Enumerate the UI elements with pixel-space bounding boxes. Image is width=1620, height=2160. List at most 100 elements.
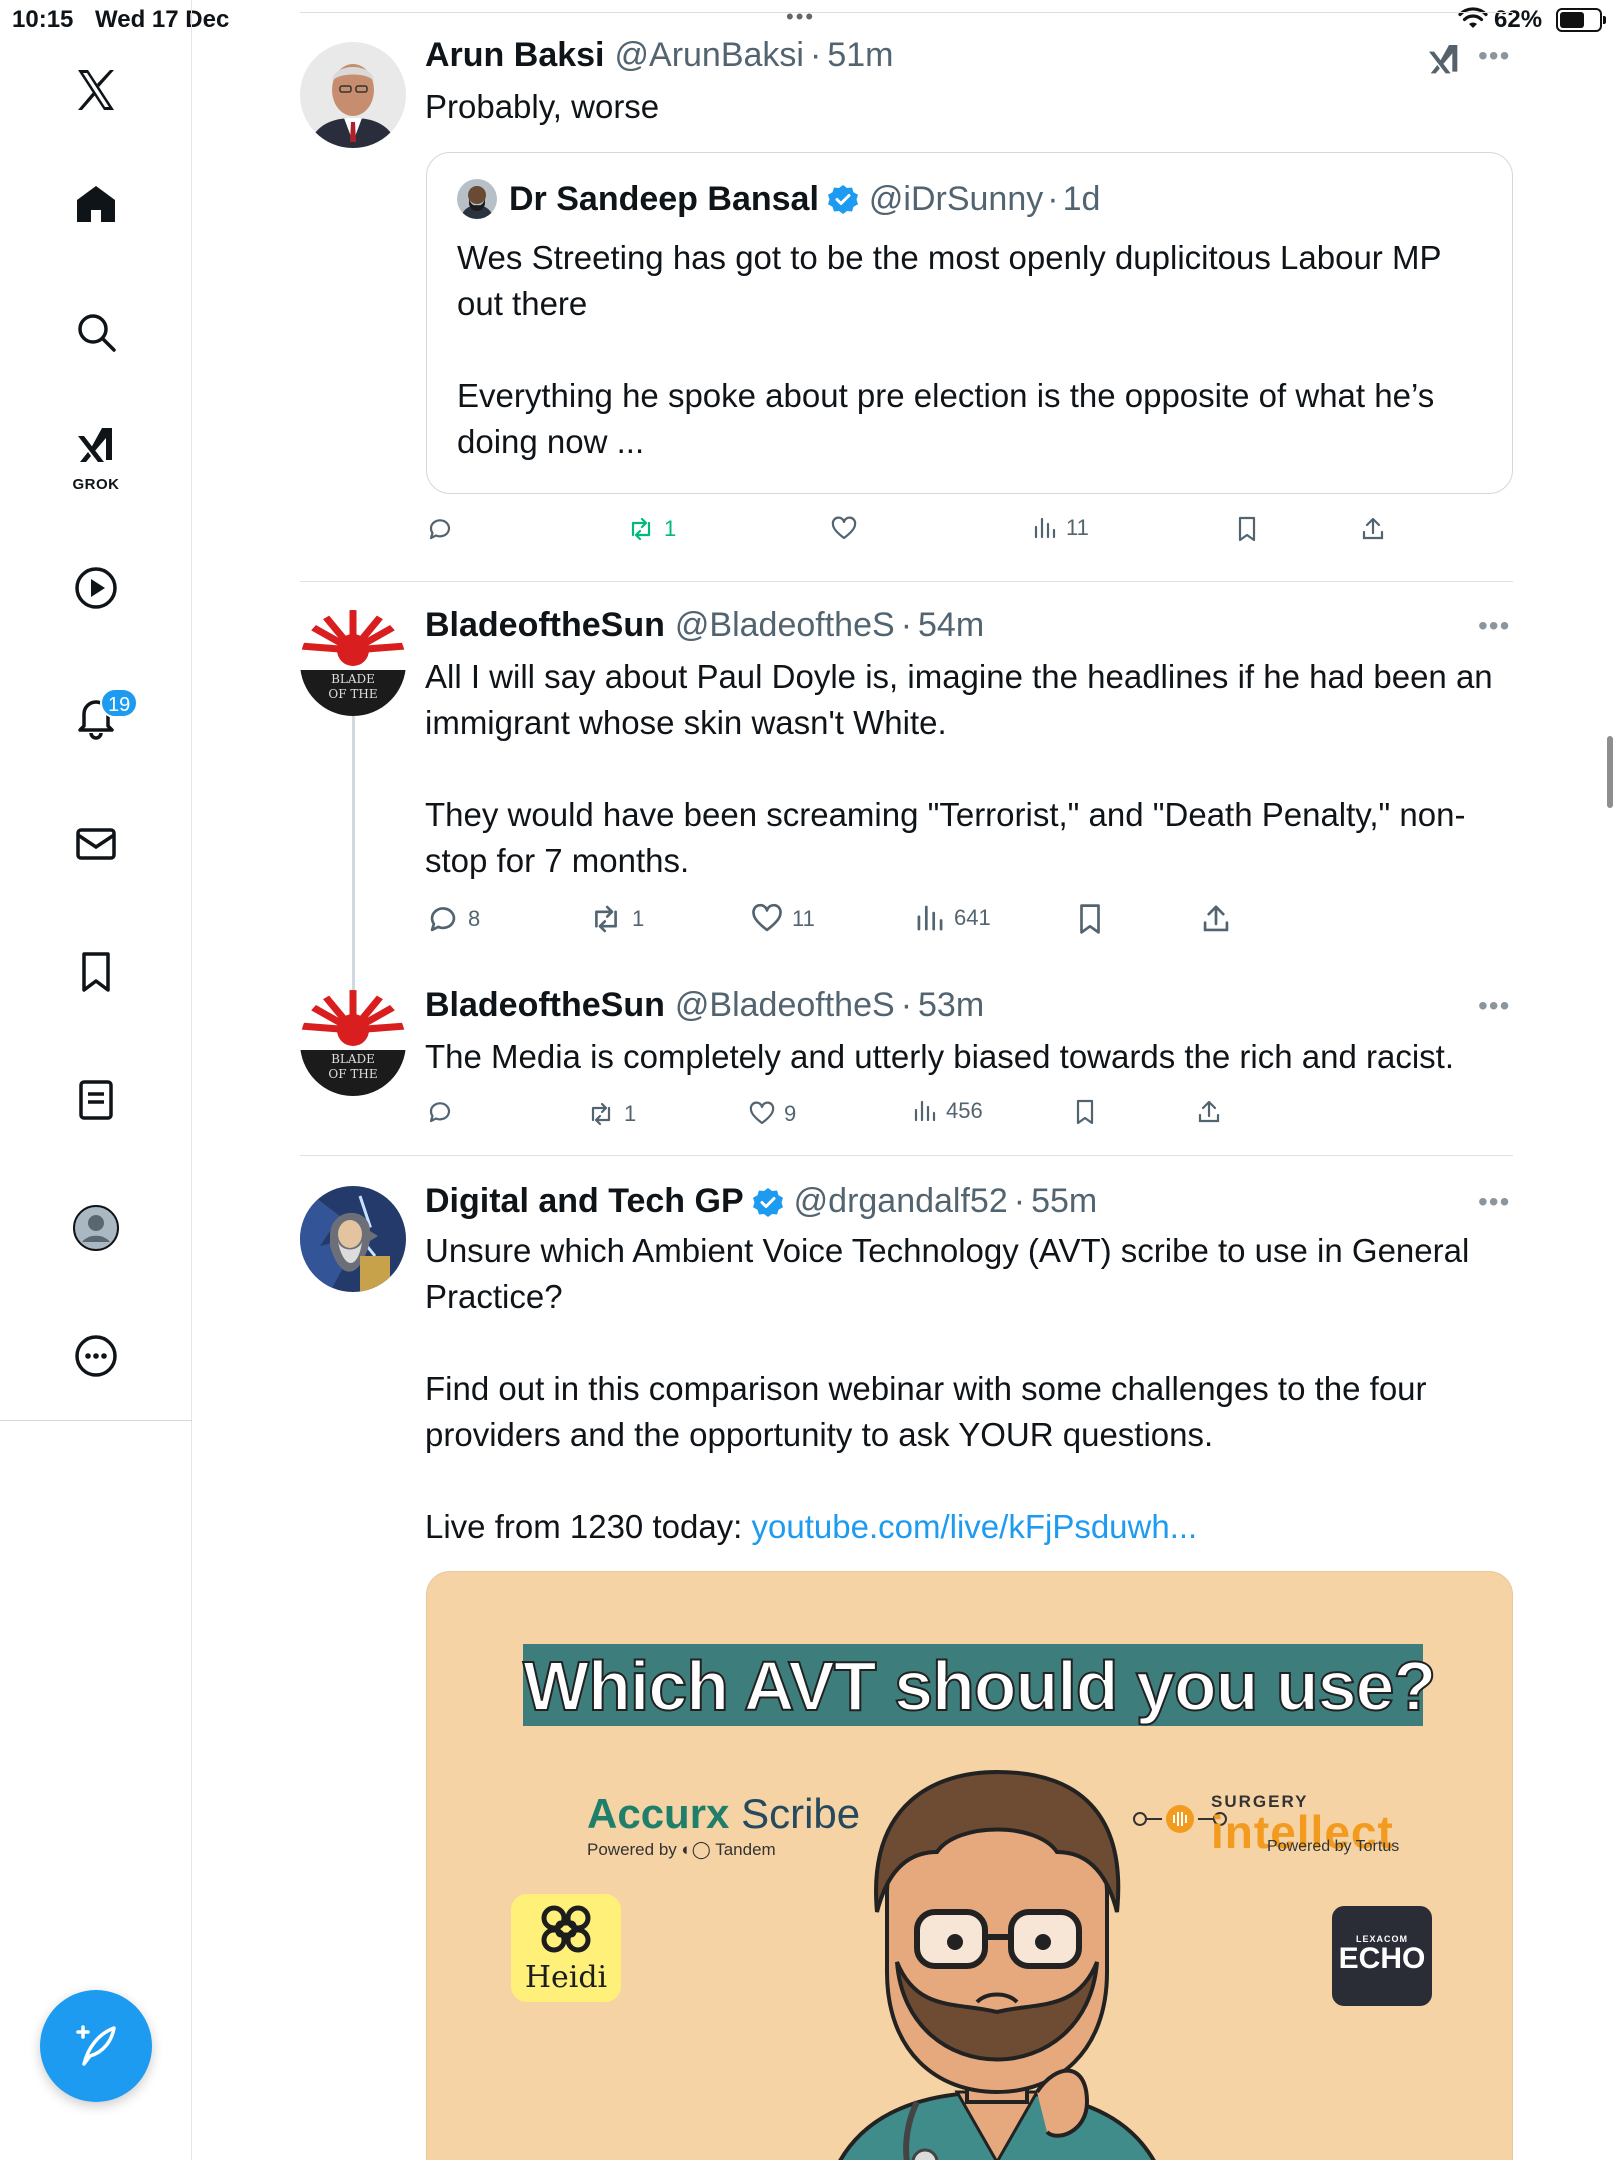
media-image[interactable]: Which AVT should you use? Accurx Scribe … bbox=[426, 1571, 1513, 2160]
tweet-time[interactable]: 55m bbox=[1031, 1182, 1097, 1221]
more-options-icon[interactable]: ••• bbox=[1478, 1186, 1510, 1218]
author-handle[interactable]: @BladeoftheS bbox=[675, 986, 895, 1025]
repost-button[interactable]: 1 bbox=[626, 515, 676, 543]
tweet-time[interactable]: 51m bbox=[827, 36, 893, 75]
tweet-time[interactable]: 53m bbox=[918, 986, 984, 1025]
home-icon[interactable] bbox=[60, 168, 132, 240]
tweet-link[interactable]: youtube.com/live/kFjPsduwh... bbox=[752, 1508, 1198, 1545]
reply-button[interactable] bbox=[426, 1098, 454, 1126]
list-icon[interactable] bbox=[60, 1064, 132, 1136]
accurx-powered-by: Powered by ◐◯ Tandem bbox=[587, 1840, 776, 1859]
more-options-icon[interactable]: ••• bbox=[1478, 40, 1510, 72]
search-icon[interactable] bbox=[60, 296, 132, 368]
avatar[interactable]: BLADE OF THE bbox=[300, 610, 406, 716]
heart-icon bbox=[749, 1101, 775, 1125]
verified-badge-icon bbox=[827, 185, 858, 214]
bookmark-button[interactable] bbox=[1072, 1098, 1098, 1126]
avatar[interactable] bbox=[300, 42, 406, 148]
share-icon bbox=[1362, 517, 1384, 540]
multitasking-dots-icon[interactable]: ••• bbox=[786, 4, 815, 30]
sidebar-divider bbox=[0, 1420, 192, 1421]
timeline-top-border bbox=[300, 12, 1513, 13]
mail-icon[interactable] bbox=[60, 808, 132, 880]
scrollbar[interactable] bbox=[1607, 736, 1613, 808]
tweet-paragraph: The Media is completely and utterly bias… bbox=[425, 1038, 1454, 1075]
repost-count: 1 bbox=[632, 906, 645, 931]
like-button[interactable] bbox=[830, 515, 858, 543]
grok-icon[interactable] bbox=[1424, 40, 1464, 80]
grok-icon[interactable]: GROK bbox=[60, 418, 132, 493]
views-button[interactable]: 641 bbox=[914, 902, 991, 934]
notification-badge: 19 bbox=[100, 688, 139, 718]
wifi-icon bbox=[1458, 7, 1488, 28]
thread-connector bbox=[352, 710, 355, 990]
tweet-divider bbox=[300, 581, 1513, 582]
tweet-header: Arun Baksi @ArunBaksi · 51m bbox=[425, 36, 893, 75]
more-options-icon[interactable]: ••• bbox=[1478, 990, 1510, 1022]
compose-button[interactable] bbox=[40, 1990, 152, 2102]
repost-icon bbox=[631, 517, 651, 541]
battery-icon bbox=[1556, 8, 1606, 32]
reply-button[interactable] bbox=[426, 515, 454, 543]
author-name[interactable]: Arun Baksi bbox=[425, 36, 605, 75]
bookmark-icon bbox=[1080, 904, 1100, 934]
views-icon bbox=[1034, 517, 1056, 539]
bookmark-icon[interactable] bbox=[60, 936, 132, 1008]
avatar[interactable] bbox=[300, 1186, 406, 1292]
heidi-label: Heidi bbox=[524, 1960, 608, 1995]
tweet-text: The Media is completely and utterly bias… bbox=[425, 1034, 1515, 1080]
share-button[interactable] bbox=[1196, 1098, 1222, 1126]
like-count: 9 bbox=[784, 1101, 797, 1126]
tweet-time[interactable]: 54m bbox=[918, 606, 984, 645]
views-button[interactable]: 11 bbox=[1032, 515, 1089, 541]
author-handle[interactable]: @iDrSunny bbox=[869, 180, 1043, 219]
author-handle[interactable]: @ArunBaksi bbox=[615, 36, 804, 75]
play-icon[interactable] bbox=[60, 552, 132, 624]
surgery-intellect-powered-by: Powered by Tortus bbox=[1267, 1838, 1400, 1855]
svg-text:OF THE: OF THE bbox=[328, 1067, 377, 1081]
quote-tweet-card[interactable]: Dr Sandeep Bansal @iDrSunny · 1d Wes Str… bbox=[426, 152, 1513, 494]
author-name[interactable]: BladeoftheSun bbox=[425, 606, 665, 645]
share-button[interactable] bbox=[1360, 515, 1386, 543]
svg-text:OF THE: OF THE bbox=[328, 687, 377, 701]
battery-percent: 62% bbox=[1494, 6, 1543, 33]
quote-header: Dr Sandeep Bansal @iDrSunny · 1d bbox=[457, 179, 1100, 219]
repost-icon bbox=[591, 1102, 611, 1126]
bookmark-button[interactable] bbox=[1234, 515, 1260, 543]
reply-button[interactable]: 8 bbox=[426, 902, 480, 936]
author-handle[interactable]: @drgandalf52 bbox=[794, 1182, 1008, 1221]
bell-icon[interactable]: 19 bbox=[60, 680, 139, 752]
more-options-icon[interactable]: ••• bbox=[1478, 610, 1510, 642]
x-logo-icon[interactable] bbox=[60, 54, 132, 126]
tweet-header: BladeoftheSun @BladeoftheS · 54m bbox=[425, 606, 984, 645]
author-name[interactable]: Dr Sandeep Bansal bbox=[509, 180, 819, 219]
tweet-time[interactable]: 1d bbox=[1063, 180, 1101, 219]
more-circle-icon[interactable] bbox=[60, 1320, 132, 1392]
repost-button[interactable]: 1 bbox=[586, 1100, 636, 1128]
author-name[interactable]: BladeoftheSun bbox=[425, 986, 665, 1025]
like-button[interactable]: 11 bbox=[750, 902, 815, 936]
repost-count: 1 bbox=[664, 516, 677, 541]
bookmark-icon bbox=[1238, 516, 1256, 542]
repost-icon bbox=[595, 905, 617, 933]
author-handle[interactable]: @BladeoftheS bbox=[675, 606, 895, 645]
share-button[interactable] bbox=[1200, 902, 1232, 936]
views-icon bbox=[917, 905, 943, 931]
views-button[interactable]: 456 bbox=[912, 1098, 983, 1124]
like-button[interactable]: 9 bbox=[748, 1100, 796, 1128]
bookmark-icon bbox=[1076, 1099, 1094, 1125]
tweet-header: BladeoftheSun @BladeoftheS · 53m bbox=[425, 986, 984, 1025]
reply-icon bbox=[430, 907, 456, 932]
bookmark-button[interactable] bbox=[1074, 902, 1106, 936]
repost-button[interactable]: 1 bbox=[588, 902, 644, 936]
author-name[interactable]: Digital and Tech GP bbox=[425, 1182, 744, 1221]
separator: · bbox=[1047, 179, 1059, 218]
avatar[interactable]: BLADE OF THE bbox=[300, 990, 406, 1096]
tweet-paragraph: They would have been screaming "Terroris… bbox=[425, 796, 1466, 879]
like-count: 11 bbox=[792, 906, 815, 931]
heart-icon bbox=[831, 516, 857, 540]
profile-icon[interactable] bbox=[60, 1192, 132, 1264]
reply-icon bbox=[429, 1102, 451, 1123]
grok-label: GROK bbox=[72, 476, 120, 493]
tweet-paragraph: All I will say about Paul Doyle is, imag… bbox=[425, 658, 1493, 741]
